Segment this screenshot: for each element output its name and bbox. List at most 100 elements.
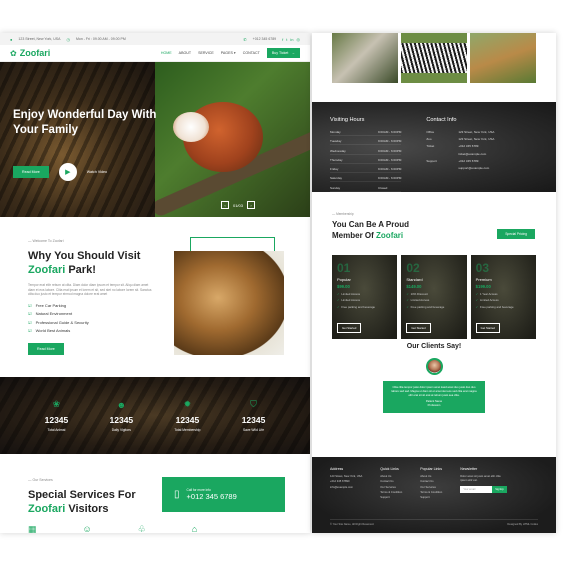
membership-section: — Membership You Can Be A Proud Member O… [312, 192, 556, 339]
building-icon: ▦ [28, 524, 37, 533]
certificate-icon: ✹ [183, 399, 192, 409]
hours-row: Sunday Closed [330, 186, 402, 192]
logo[interactable]: ✿ Zoofari [10, 48, 50, 58]
main-menu: HOME ABOUT SERVICE PAGES ▾ CONTACT Buy T… [161, 48, 300, 58]
hero-read-more-button[interactable]: Read More [13, 166, 49, 178]
homepage-right: Visiting Hours Monday 9:00AM - 6:00PM Tue… [312, 33, 556, 533]
about-section: — Welcome To Zoofari Why You Should Visi… [0, 217, 310, 377]
testimonials-title: Our Clients Say! [406, 343, 462, 350]
get-started-button[interactable]: Get Started [475, 323, 500, 333]
shield-icon: ⛉ [250, 399, 257, 409]
nav-about[interactable]: ABOUT [179, 51, 191, 55]
check-icon: ☑ [28, 311, 32, 317]
get-started-button[interactable]: Get Started [406, 323, 431, 333]
hours-row: Tuesday 9:00AM - 6:00PM [330, 139, 402, 146]
play-video-icon[interactable]: ▶ [58, 163, 77, 181]
call-number: +012 345 6789 [186, 492, 237, 501]
mobile-phone-icon: ▯ [174, 489, 180, 500]
get-started-button[interactable]: Get Started [337, 323, 362, 333]
plans: 01 Popular $99.00 ✓ Limited Access ✓ Limit… [332, 255, 536, 339]
carousel-controls: ‹ 01/03 › [220, 201, 255, 209]
slide-counter: 01/03 [232, 202, 243, 208]
topbar-hours: Mon - Fri : 09.00 AM - 09.00 PM [75, 37, 126, 41]
check-icon: ✓ [337, 291, 340, 296]
hours-row: Wednesday 9:00AM - 6:00PM [330, 148, 402, 155]
plan-card: 02 Standard $149.00 ✓ 10% Discount ✓ Limit… [401, 255, 467, 339]
logo-text: Zoofari [19, 48, 51, 58]
membership-eyebrow: — Membership [332, 212, 354, 216]
contact-row: ticket@example.com [458, 151, 487, 156]
client-role: Profession [427, 404, 441, 408]
hours-row: Saturday 9:00AM - 6:00PM [330, 176, 402, 183]
check-icon: ☑ [28, 319, 32, 325]
paw-logo-icon: ✿ [10, 48, 17, 58]
hours-row: Friday 9:00AM - 6:00PM [330, 167, 402, 174]
footer-newsletter: Newsletter Dolor amet sit justo amet eli… [460, 467, 507, 501]
lemur-image [332, 33, 398, 83]
prev-slide-icon[interactable]: ‹ [220, 201, 229, 209]
linkedin-icon[interactable]: in [290, 37, 293, 42]
hours-row: Thursday 9:00AM - 6:00PM [330, 157, 402, 164]
nav-pages[interactable]: PAGES ▾ [221, 51, 236, 55]
special-pricing-button[interactable]: Special Pricing [497, 229, 535, 239]
footer-address: Address 123 Street, New York, USA +012 3… [330, 467, 363, 489]
newsletter-signup-button[interactable]: SignUp [492, 486, 507, 494]
footer-link[interactable]: About Us [420, 475, 442, 478]
check-icon: ✓ [475, 298, 478, 302]
check-icon: ✓ [406, 298, 409, 302]
stats-section: ❀ 12345 Total Animal ☻ 12345 Daily Vigitors … [0, 377, 310, 454]
topbar-phone: +012 345 6789 [252, 37, 277, 41]
homepage-left: ● 123 Street, New York, USA ◷ Mon - Fri … [0, 33, 310, 533]
map-marker-icon: ● [10, 36, 13, 42]
newsletter-email-input[interactable]: Your email [460, 486, 493, 494]
zebra-image [401, 33, 467, 83]
check-icon: ✓ [475, 304, 478, 309]
check-icon: ✓ [337, 304, 340, 309]
topbar-address: 123 Street, New York, USA [18, 37, 61, 41]
nav-contact[interactable]: CONTACT [243, 51, 260, 55]
footer-link[interactable]: Contact Us [380, 480, 402, 483]
copyright: © Your Site Name, All Right Reserved. [330, 523, 375, 526]
giraffe-image [470, 33, 536, 83]
next-slide-icon[interactable]: › [247, 201, 255, 209]
footer-popular-links: Popular Links About Us Contact Us Our Se… [420, 467, 443, 500]
contact-row: support@example.com [458, 165, 490, 170]
footer-link[interactable]: Support [420, 496, 442, 499]
buy-ticket-button[interactable]: Buy Ticket → [266, 48, 300, 58]
nav-service[interactable]: SERVICE [198, 51, 214, 55]
gallery-row [312, 33, 556, 85]
about-read-more-button[interactable]: Read More [28, 342, 64, 355]
call-box[interactable]: ▯ Call for more info +012 345 6789 [162, 477, 285, 512]
testimonials-section: Our Clients Say! Clita clita tempor just… [312, 337, 556, 432]
contact-row: Zoo 123 Street, New York, USA [426, 137, 495, 142]
footer-link[interactable]: Contact Us [420, 480, 442, 483]
nav-home[interactable]: HOME [161, 51, 172, 55]
visiting-hours-section: Visiting Hours Monday 9:00AM - 6:00PM Tue… [312, 102, 556, 192]
footer-link[interactable]: Support [380, 496, 402, 499]
stat-item: ☻ 12345 Daily Vigitors [109, 399, 134, 432]
footer-link[interactable]: Terms & Condition [420, 491, 442, 494]
check-icon: ☑ [28, 302, 32, 308]
hero-title: Enjoy Wonderful Day With Your Family [13, 109, 157, 136]
stat-item: ⛉ 12345 Save Wild Life [241, 399, 266, 432]
watch-video-link[interactable]: Watch Video [87, 170, 107, 174]
contact-row: Office 123 Street, New York, USA [426, 130, 495, 134]
plan-card: 03 Premium $199.00 ✓ 1 Year Access ✓ Limit… [470, 255, 536, 339]
twitter-icon[interactable]: t [286, 37, 287, 42]
users-icon: ☻ [116, 399, 127, 410]
hours-column: Visiting Hours Monday 9:00AM - 6:00PM Tue… [330, 117, 402, 192]
footer-link[interactable]: Our Services [380, 486, 402, 489]
phone-icon: ✆ [243, 36, 247, 42]
topbar: ● 123 Street, New York, USA ◷ Mon - Fri … [0, 33, 310, 45]
lion-image [174, 251, 284, 355]
footer-link[interactable]: Terms & Condition [380, 491, 402, 494]
instagram-icon[interactable]: ◎ [297, 37, 301, 42]
hero-content: Enjoy Wonderful Day With Your Family Rea… [13, 108, 163, 181]
facebook-icon[interactable]: f [282, 37, 283, 42]
arrow-right-icon: → [291, 51, 295, 55]
hero-carousel: Enjoy Wonderful Day With Your Family Rea… [0, 62, 310, 217]
footer-link[interactable]: Our Services [420, 486, 442, 489]
contact-title: Contact Info [426, 117, 457, 123]
footer-link[interactable]: About Us [380, 475, 402, 478]
check-icon: ✓ [337, 298, 340, 302]
